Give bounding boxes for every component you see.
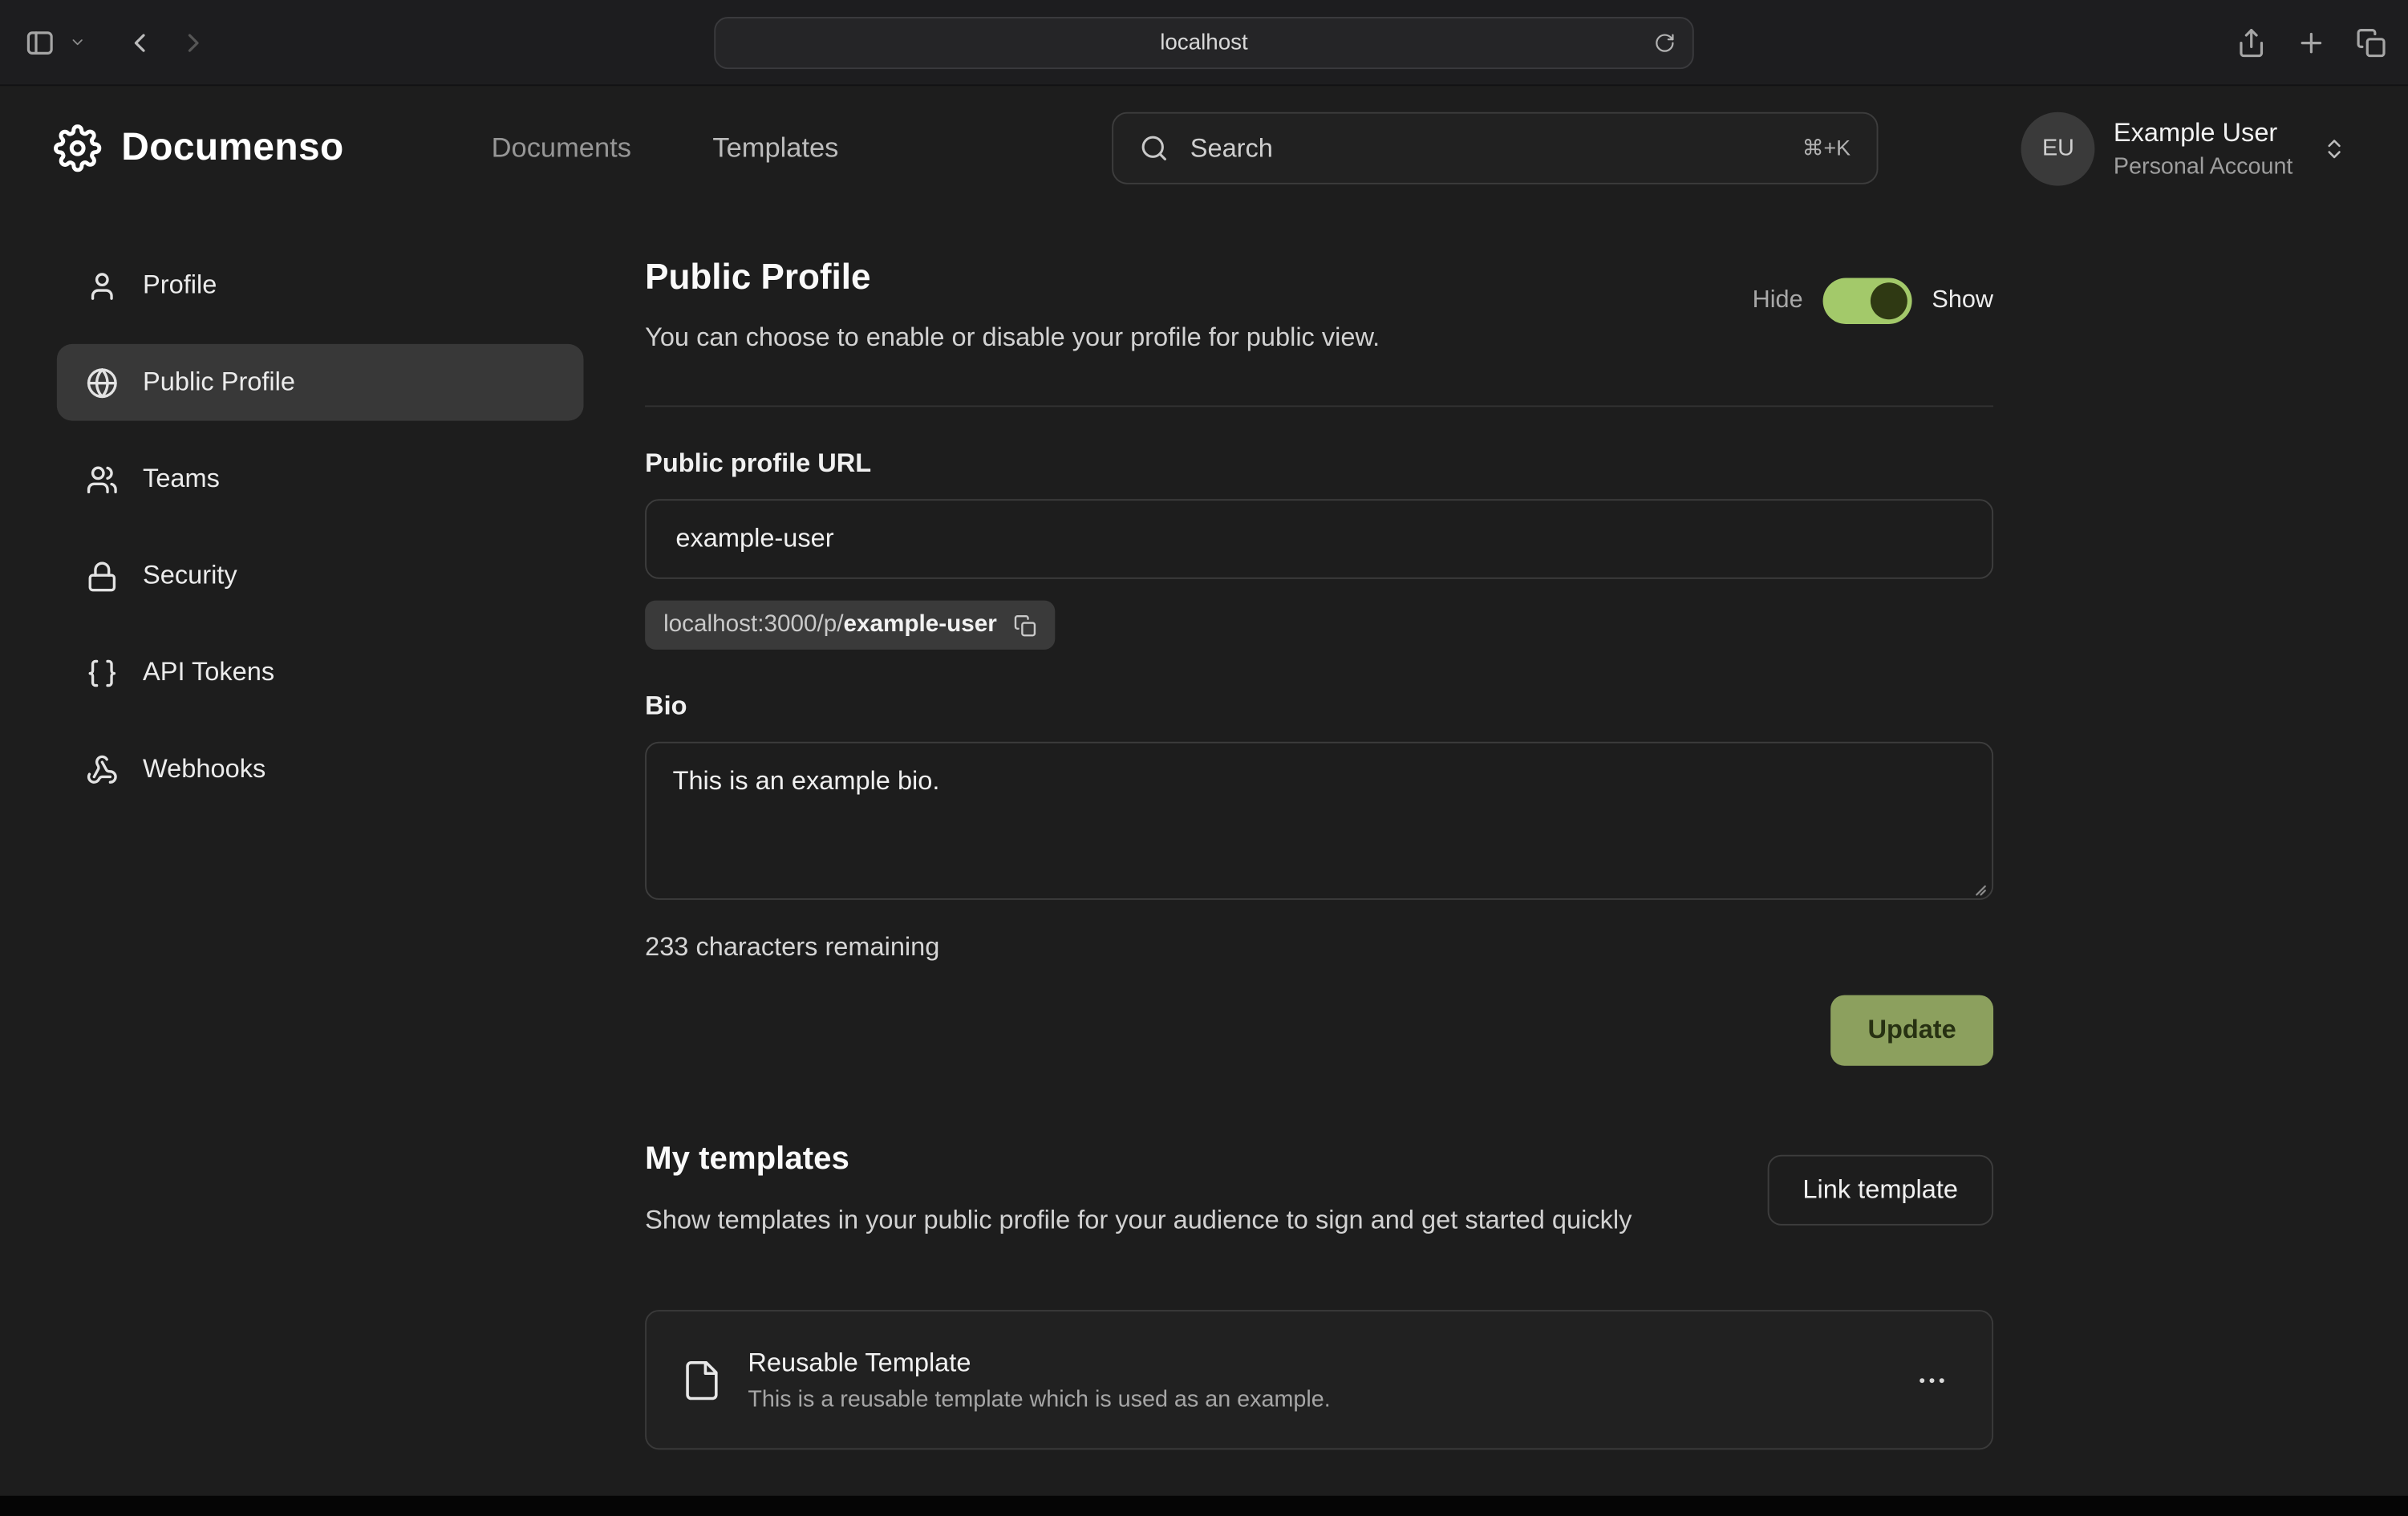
page-title: Public Profile: [645, 257, 1380, 298]
back-button-icon[interactable]: [124, 27, 155, 58]
search-shortcut: ⌘+K: [1802, 135, 1851, 161]
file-icon: [680, 1359, 724, 1402]
template-more-menu[interactable]: [1906, 1354, 1958, 1406]
visibility-toggle-group: Hide Show: [1753, 278, 1993, 324]
sidebar-item-teams[interactable]: Teams: [57, 440, 584, 517]
divider: [645, 405, 1993, 407]
copy-url-button[interactable]: [1014, 614, 1037, 637]
global-search[interactable]: ⌘+K: [1112, 112, 1878, 184]
account-menu[interactable]: EU Example User Personal Account: [2021, 86, 2346, 210]
tab-overview-icon[interactable]: [2356, 27, 2386, 58]
settings-sidebar: Profile Public Profile Teams Security: [57, 247, 584, 808]
brand-name: Documenso: [121, 126, 343, 171]
url-field-label: Public profile URL: [645, 448, 1993, 479]
braces-icon: [86, 656, 118, 688]
public-profile-url-input[interactable]: [673, 522, 1966, 556]
page-subtitle: You can choose to enable or disable your…: [645, 322, 1380, 353]
toggle-hide-label: Hide: [1753, 287, 1803, 314]
chevrons-up-down-icon: [2322, 136, 2347, 160]
sidebar-item-label: Public Profile: [143, 367, 295, 398]
profile-visibility-toggle[interactable]: [1822, 278, 1911, 324]
toggle-show-label: Show: [1932, 287, 1993, 314]
template-list-item: Reusable Template This is a reusable tem…: [645, 1311, 1993, 1450]
sidebar-item-security[interactable]: Security: [57, 537, 584, 614]
sidebar-item-label: Security: [143, 561, 237, 591]
app-header: Documenso Documents Templates ⌘+K EU Exa…: [0, 86, 2408, 210]
bio-textarea[interactable]: This is an example bio.: [645, 742, 1993, 900]
sidebar-item-label: Teams: [143, 464, 220, 494]
search-icon: [1140, 134, 1169, 163]
public-profile-panel: Public Profile You can choose to enable …: [645, 257, 1993, 1450]
url-input-wrap: [645, 499, 1993, 579]
forward-button-icon[interactable]: [178, 27, 209, 58]
search-input[interactable]: [1187, 132, 1784, 165]
nav-templates[interactable]: Templates: [712, 86, 838, 210]
sidebar-item-public-profile[interactable]: Public Profile: [57, 344, 584, 421]
sidebar-item-webhooks[interactable]: Webhooks: [57, 731, 584, 808]
sidebar-item-api-tokens[interactable]: API Tokens: [57, 634, 584, 711]
sidebar-item-label: Webhooks: [143, 754, 266, 784]
address-bar-text: localhost: [1160, 30, 1248, 55]
templates-section-description: Show templates in your public profile fo…: [645, 1201, 1632, 1241]
bio-field-label: Bio: [645, 691, 1993, 722]
brand-logo[interactable]: Documenso: [54, 86, 344, 210]
documenso-logo-icon: [54, 124, 101, 172]
account-type: Personal Account: [2114, 152, 2293, 179]
settings-page: Profile Public Profile Teams Security: [0, 210, 2408, 1495]
avatar: EU: [2021, 111, 2095, 185]
webhook-icon: [86, 753, 118, 785]
url-preview-badge: localhost:3000/p/example-user: [645, 601, 1055, 650]
nav-documents[interactable]: Documents: [492, 86, 631, 210]
share-icon[interactable]: [2236, 27, 2267, 58]
chevron-down-icon[interactable]: [69, 34, 86, 51]
browser-toolbar: localhost: [0, 0, 2408, 86]
sidebar-toggle-icon[interactable]: [25, 27, 55, 58]
sidebar-item-label: Profile: [143, 270, 217, 301]
bio-char-count: 233 characters remaining: [645, 932, 1993, 963]
url-preview-slug: example-user: [843, 611, 996, 638]
browser-window: localhost Documenso Documents Temp: [0, 0, 2408, 1516]
account-name: Example User: [2114, 117, 2293, 148]
toggle-knob: [1871, 282, 1907, 319]
sidebar-item-profile[interactable]: Profile: [57, 247, 584, 324]
globe-icon: [86, 367, 118, 399]
new-tab-icon[interactable]: [2296, 27, 2326, 58]
window-bottom-edge: [0, 1496, 2408, 1516]
update-button[interactable]: Update: [1830, 995, 1993, 1066]
reload-icon[interactable]: [1654, 31, 1676, 53]
sidebar-item-label: API Tokens: [143, 657, 274, 687]
link-template-button[interactable]: Link template: [1767, 1155, 1993, 1226]
users-icon: [86, 463, 118, 495]
lock-icon: [86, 560, 118, 592]
template-description: This is a reusable template which is use…: [748, 1387, 1330, 1413]
resize-handle[interactable]: [1970, 880, 1987, 897]
templates-section-title: My templates: [645, 1141, 1632, 1178]
user-icon: [86, 270, 118, 302]
template-name: Reusable Template: [748, 1348, 1330, 1379]
url-preview-text: localhost:3000/p/example-user: [663, 611, 997, 638]
address-bar[interactable]: localhost: [714, 16, 1693, 68]
